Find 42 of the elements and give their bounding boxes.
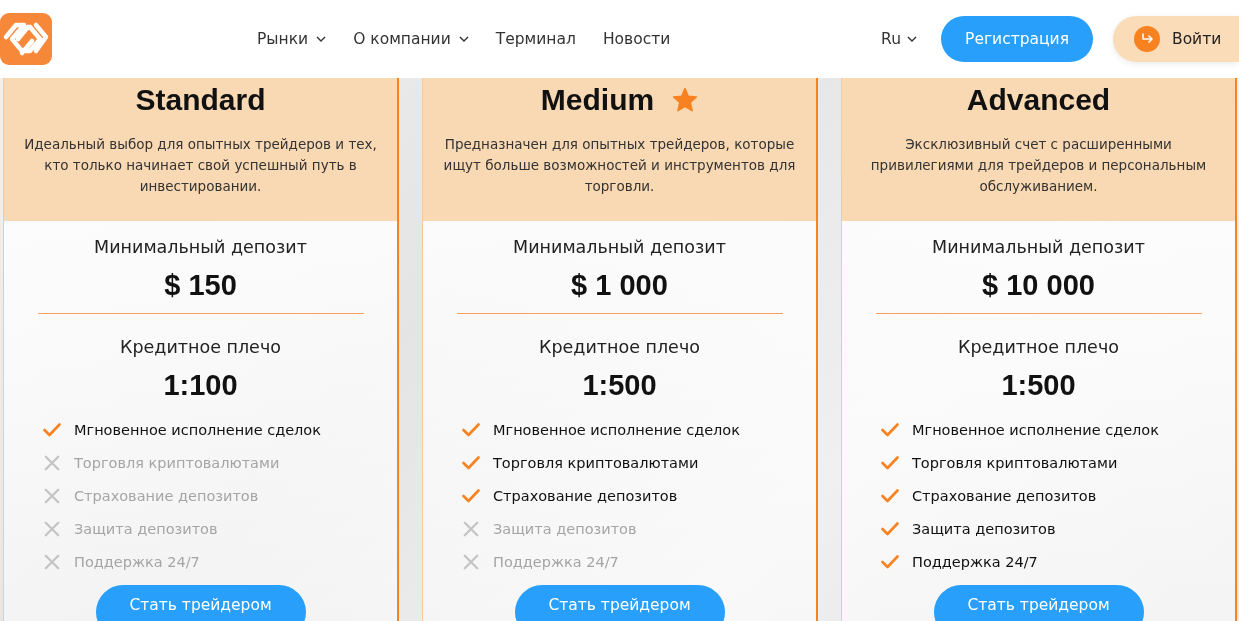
- feature-text: Торговля криптовалютами: [912, 455, 1118, 471]
- plan-title: Standard: [135, 83, 266, 117]
- deposit-amount: $ 150: [164, 269, 237, 303]
- nav-link[interactable]: О компании: [353, 30, 469, 48]
- leverage-value: 1:500: [1001, 369, 1076, 403]
- plan-description: Эксклюзивный счет с расширенными привилегиями для трейдеров и персональным обслуживанием.: [869, 135, 1208, 196]
- leverage-label: Кредитное плечо: [120, 337, 281, 359]
- deposit-amount: $ 1 000: [571, 269, 668, 303]
- feature-text: Страхование депозитов: [912, 488, 1097, 504]
- feature-text: Торговля криптовалютами: [74, 455, 280, 471]
- feature-text: Страхование депозитов: [74, 488, 259, 504]
- deposit-label: Минимальный депозит: [932, 237, 1145, 259]
- chevron-down-icon: [907, 36, 917, 42]
- login-icon: [1134, 26, 1160, 52]
- feature-text: Мгновенное исполнение сделок: [74, 422, 321, 438]
- leverage-label: Кредитное плечо: [958, 337, 1119, 359]
- nav-link[interactable]: Терминал: [495, 30, 576, 48]
- feature-text: Защита депозитов: [493, 521, 637, 537]
- deposit-amount: $ 10 000: [982, 269, 1095, 303]
- logo-icon[interactable]: [0, 13, 52, 65]
- feature-text: Торговля криптовалютами: [493, 455, 699, 471]
- plan-description: Предназначен для опытных трейдеров, которые ищут больше возможностей и инструментов для торговли.: [443, 135, 796, 196]
- feature-text: Защита депозитов: [912, 521, 1056, 537]
- feature-text: Поддержка 24/7: [493, 554, 619, 570]
- nav-link[interactable]: Новости: [602, 30, 671, 48]
- plan-title: Advanced: [966, 83, 1111, 117]
- nav-link[interactable]: Рынки: [257, 30, 327, 48]
- feature-text: Страхование депозитов: [493, 488, 678, 504]
- leverage-value: 1:500: [582, 369, 657, 403]
- feature-text: Мгновенное исполнение сделок: [912, 422, 1159, 438]
- feature-text: Поддержка 24/7: [74, 554, 200, 570]
- language-selector[interactable]: Ru: [881, 30, 917, 48]
- feature-text: Поддержка 24/7: [912, 554, 1038, 570]
- plan-description: Идеальный выбор для опытных трейдеров и тех, кто только начинает свой успешный путь в инвестировании.: [24, 135, 377, 196]
- plan-title: Medium: [540, 83, 655, 117]
- feature-text: Защита депозитов: [74, 521, 218, 537]
- leverage-label: Кредитное плечо: [539, 337, 700, 359]
- deposit-label: Минимальный депозит: [513, 237, 726, 259]
- login-button[interactable]: Войти: [1113, 16, 1239, 62]
- deposit-label: Минимальный депозит: [94, 237, 307, 259]
- feature-text: Мгновенное исполнение сделок: [493, 422, 740, 438]
- leverage-value: 1:100: [163, 369, 238, 403]
